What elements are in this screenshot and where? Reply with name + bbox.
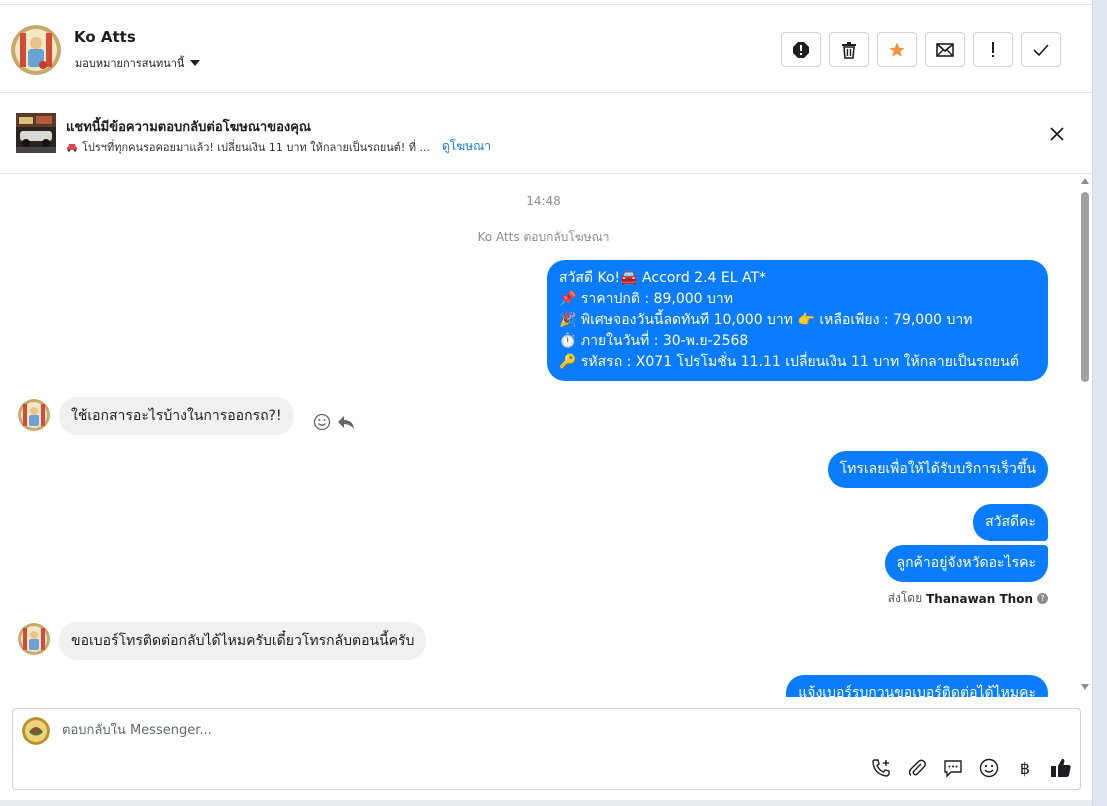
saved-replies-button[interactable] — [940, 756, 966, 780]
chevron-down-icon — [190, 60, 201, 66]
phone-plus-icon — [872, 759, 890, 777]
outgoing-message[interactable]: สวัสดีคะ — [973, 504, 1048, 541]
star-icon — [889, 42, 905, 57]
incoming-message[interactable]: ใช้เอกสารอะไรบ้างในการออกรถ?! — [59, 397, 294, 435]
mark-done-button[interactable] — [1021, 32, 1061, 67]
incoming-message[interactable]: ขอเบอร์โทรติดต่อกลับได้ไหมครับเดี๋ยวโทรก… — [59, 622, 427, 660]
ad-snippet: โปรฯที่ทุกคนรอคอยมาแล้ว! เปลี่ยนเงิน 11 … — [82, 140, 431, 154]
check-icon — [1033, 43, 1049, 56]
message-actions — [313, 413, 355, 431]
scrollbar-thumb[interactable] — [1081, 192, 1089, 382]
ad-banner-title: แชทนี้มีข้อความตอบกลับต่อโฆษณาของคุณ — [66, 120, 311, 135]
mail-icon — [936, 42, 954, 57]
contact-avatar[interactable] — [11, 25, 61, 75]
smiley-icon[interactable] — [313, 413, 331, 431]
like-button[interactable] — [1048, 756, 1074, 780]
message-timestamp: 14:48 — [526, 194, 561, 208]
emoji-button[interactable] — [976, 756, 1002, 780]
chat-bubble-icon — [944, 760, 962, 778]
conversation-header: Ko Atts มอบหมายการสนทนานี้ — [0, 5, 1092, 93]
window-edge — [1092, 0, 1107, 806]
paperclip-icon — [908, 759, 926, 776]
inbox-conversation-panel: Ko Atts มอบหมายการสนทนานี้ แชทนี้มีข้อคว… — [0, 0, 1092, 800]
sent-by-prefix: ส่งโดย — [887, 591, 923, 605]
page-avatar — [22, 717, 50, 745]
call-button[interactable] — [868, 756, 894, 780]
reply-input[interactable] — [62, 723, 762, 738]
delete-button[interactable] — [829, 32, 869, 67]
outgoing-message[interactable]: แจ้งเบอร์รบกวนขอเบอร์ติดต่อได้ไหมคะ — [786, 675, 1048, 697]
payment-button[interactable]: ฿ — [1012, 756, 1038, 780]
attach-button[interactable] — [904, 756, 930, 780]
follow-up-button[interactable] — [973, 32, 1013, 67]
report-icon — [793, 41, 809, 58]
ad-message-bubble[interactable]: สวัสดี Ko!🚘 Accord 2.4 EL AT* 📌 ราคาปกติ… — [547, 260, 1048, 381]
follow-up-icon — [992, 41, 994, 57]
ad-banner-subtitle: โปรฯที่ทุกคนรอคอยมาแล้ว! เปลี่ยนเงิน 11 … — [66, 137, 491, 156]
outgoing-message[interactable]: ลูกค้าอยู่จังหวัดอะไรคะ — [884, 545, 1048, 582]
sent-by-label: ส่งโดย Thanawan Thon ? — [888, 589, 1048, 608]
close-banner-button[interactable] — [1047, 124, 1067, 144]
contact-avatar-small[interactable] — [18, 399, 50, 431]
ad-thumbnail[interactable] — [16, 113, 56, 153]
thumbs-up-icon — [1051, 758, 1071, 777]
composer-tools: ฿ — [868, 756, 1074, 780]
ad-message-line: ⏱️ ภายในวันที่ : 30-พ.ย-2568 — [559, 333, 749, 349]
baht-icon: ฿ — [1019, 758, 1031, 778]
contact-avatar-small[interactable] — [18, 623, 50, 655]
assign-conversation-dropdown[interactable]: มอบหมายการสนทนานี้ — [75, 54, 201, 72]
assign-label: มอบหมายการสนทนานี้ — [75, 57, 185, 70]
ad-message-line: สวัสดี Ko!🚘 Accord 2.4 EL AT* — [559, 270, 767, 286]
help-icon[interactable]: ? — [1037, 593, 1048, 604]
system-note: Ko Atts ตอบกลับโฆษณา — [477, 230, 610, 244]
header-actions — [781, 32, 1061, 67]
ad-reply-banner: แชทนี้มีข้อความตอบกลับต่อโฆษณาของคุณ โปร… — [0, 94, 1092, 174]
sender-name: Thanawan Thon — [926, 591, 1033, 606]
ad-message-line: 📌 ราคาปกติ : 89,000 บาท — [559, 291, 733, 307]
view-ad-link[interactable]: ดูโฆษณา — [442, 137, 491, 156]
contact-name[interactable]: Ko Atts — [74, 28, 136, 46]
scroll-down-arrow[interactable] — [1081, 684, 1089, 690]
report-spam-button[interactable] — [781, 32, 821, 67]
outgoing-message[interactable]: โทรเลยเพื่อให้ได้รับบริการเร็วขึ้น — [827, 451, 1048, 488]
star-button[interactable] — [877, 32, 917, 67]
ad-message-line: 🔑 รหัสรถ : X071 โปรโมชั่น 11.11 เปลี่ยนเ… — [559, 354, 1019, 370]
message-composer: ฿ — [12, 708, 1081, 790]
smiley-icon — [979, 758, 999, 778]
close-icon — [1050, 127, 1064, 141]
trash-icon — [842, 41, 856, 59]
mark-unread-button[interactable] — [925, 32, 965, 67]
scroll-up-arrow[interactable] — [1081, 178, 1089, 184]
ad-message-line: 🎉 พิเศษจองวันนี้ลดทันที 10,000 บาท 👉 เหล… — [559, 312, 973, 328]
message-thread[interactable]: 14:48 Ko Atts ตอบกลับโฆษณา สวัสดี Ko!🚘 A… — [0, 175, 1092, 697]
reply-icon[interactable] — [337, 414, 355, 430]
car-icon — [67, 143, 77, 152]
